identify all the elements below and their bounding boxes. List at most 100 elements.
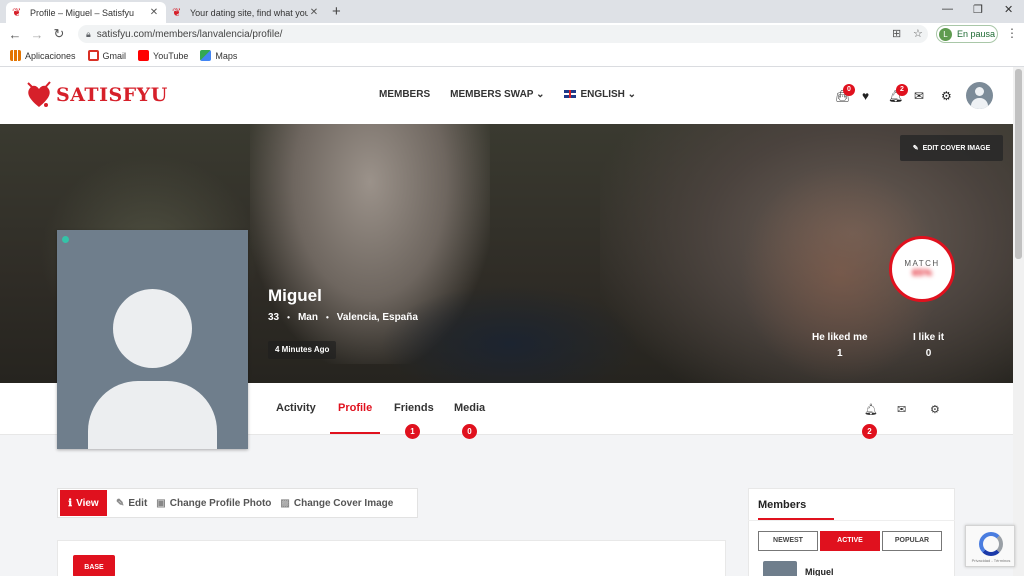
i-like-it-value: 0	[925, 348, 932, 359]
match-label: MATCH	[904, 259, 940, 268]
close-tab-icon[interactable]: ✕	[308, 7, 320, 18]
profile-settings-icon[interactable]: ⚙	[930, 403, 940, 416]
match-circle: MATCH 65%	[889, 236, 955, 302]
media-count-badge: 0	[462, 424, 477, 439]
envelope-icon[interactable]: ✉	[914, 89, 924, 103]
bookmark-youtube[interactable]: YouTube	[138, 50, 188, 61]
reload-icon[interactable]: ↻	[48, 26, 70, 42]
avatar-placeholder-head	[113, 289, 192, 368]
heart-icon[interactable]: ♥	[862, 89, 869, 103]
nav-language[interactable]: ENGLISH ⌄	[564, 89, 636, 100]
member-name[interactable]: Miguel	[805, 567, 834, 576]
cupid-logo-icon	[27, 81, 51, 107]
nav-members[interactable]: MEMBERS	[379, 89, 430, 100]
profile-chip-label: En pausa	[957, 29, 996, 39]
tab-title: Your dating site, find what you are	[190, 7, 308, 18]
youtube-icon	[138, 50, 150, 61]
url-field[interactable]: 🔒︎ satisfyu.com/members/lanvalencia/prof…	[78, 25, 928, 43]
separator-dot: •	[287, 313, 290, 322]
browser-tab-bar: ❦ Profile – Miguel – Satisfyu ✕ ❦ Your d…	[0, 0, 1024, 23]
profile-actions-bar: ℹ View ✎ Edit ▣ Change Profile Photo ▨ C…	[57, 488, 418, 518]
browser-menu-icon[interactable]: ⋮	[1006, 26, 1018, 40]
filter-active-button[interactable]: ACTIVE	[820, 531, 880, 551]
widget-title-underline	[758, 518, 834, 520]
separator-dot: •	[325, 313, 329, 322]
change-cover-image-label: Change Cover Image	[293, 497, 394, 509]
members-widget-title: Members	[758, 499, 807, 511]
edit-cover-button[interactable]: ✎ EDIT COVER IMAGE	[900, 135, 1003, 161]
restore-icon[interactable]: ❐	[973, 3, 983, 16]
uk-flag-icon	[564, 90, 577, 99]
match-value: 65%	[911, 268, 932, 279]
member-avatar[interactable]	[763, 561, 797, 576]
i-like-it-label: I like it	[913, 332, 945, 343]
filter-popular-button[interactable]: POPULAR	[882, 531, 942, 551]
info-icon: ℹ	[68, 497, 73, 509]
tab-friends[interactable]: Friends	[394, 402, 434, 414]
change-cover-image-button[interactable]: ▨ Change Cover Image	[280, 498, 393, 509]
poke-icon[interactable]: 🔔︎	[864, 403, 878, 416]
bookmark-apps[interactable]: Aplicaciones	[10, 50, 76, 61]
profile-meta: 33 • Man • Valencia, España	[268, 312, 418, 323]
gear-icon[interactable]: ⚙	[941, 89, 952, 103]
id-card-icon: ▣	[156, 497, 166, 509]
tab-profile[interactable]: Profile	[338, 402, 372, 414]
profile-age: 33	[268, 312, 280, 323]
bookmark-label: Gmail	[102, 50, 127, 61]
he-liked-me-label: He liked me	[812, 332, 868, 343]
back-icon[interactable]: ←	[4, 27, 26, 42]
page-scrollbar[interactable]	[1013, 67, 1024, 576]
bookmark-label: Maps	[215, 50, 238, 61]
user-avatar[interactable]	[966, 82, 993, 109]
edit-cover-label: EDIT COVER IMAGE	[922, 144, 991, 152]
site-logo[interactable]: SATISFYU	[24, 79, 168, 111]
gmail-icon	[87, 50, 99, 61]
friends-count-badge: 1	[405, 424, 420, 439]
image-icon: ▨	[280, 497, 290, 509]
recaptcha-badge[interactable]: Privacidad - Términos	[965, 525, 1015, 567]
close-tab-icon[interactable]: ✕	[148, 7, 160, 18]
tab-activity[interactable]: Activity	[276, 402, 316, 414]
profile-name: Miguel	[268, 286, 322, 305]
lock-icon: 🔒︎	[86, 28, 91, 39]
url-text: satisfyu.com/members/lanvalencia/profile…	[96, 28, 283, 40]
apps-grid-icon	[10, 50, 21, 61]
close-window-icon[interactable]: ✕	[1004, 3, 1013, 16]
filter-newest-button[interactable]: NEWEST	[758, 531, 818, 551]
send-message-icon[interactable]: ✉	[897, 403, 906, 416]
nav-language-label: ENGLISH ⌄	[580, 89, 637, 100]
maps-icon	[200, 50, 212, 61]
online-status-dot	[62, 236, 69, 243]
notifications-badge: 2	[896, 84, 908, 96]
browser-tab-active[interactable]: ❦ Profile – Miguel – Satisfyu ✕	[6, 2, 166, 23]
recaptcha-icon	[979, 532, 1003, 556]
base-group-tag[interactable]: BASE	[73, 555, 115, 576]
profile-fields-card	[57, 540, 726, 576]
forward-icon[interactable]: →	[26, 27, 48, 42]
bookmark-maps[interactable]: Maps	[200, 50, 237, 61]
bookmarks-bar: Aplicaciones Gmail YouTube Maps	[0, 45, 1024, 67]
satisfyu-favicon-icon: ❦	[12, 6, 22, 19]
profile-chip[interactable]: L En pausa	[936, 25, 998, 43]
active-tab-indicator	[330, 432, 380, 434]
view-button[interactable]: ℹ View	[60, 490, 107, 516]
edit-button[interactable]: ✎ Edit	[116, 498, 147, 509]
profile-avatar[interactable]	[57, 230, 248, 449]
tab-media[interactable]: Media	[454, 402, 485, 414]
bookmark-label: YouTube	[153, 50, 189, 61]
change-profile-photo-button[interactable]: ▣ Change Profile Photo	[156, 498, 271, 509]
nav-members-swap[interactable]: MEMBERS SWAP ⌄	[450, 89, 544, 100]
translate-icon[interactable]: ⊞	[892, 27, 901, 40]
widget-divider	[748, 520, 955, 521]
recaptcha-terms: Privacidad - Términos	[971, 558, 1011, 563]
he-liked-me-value: 1	[837, 348, 843, 359]
new-tab-icon[interactable]: +	[332, 3, 341, 20]
browser-tab[interactable]: ❦ Your dating site, find what you are ✕	[166, 2, 326, 23]
bookmark-gmail[interactable]: Gmail	[87, 50, 127, 61]
pencil-icon: ✎	[912, 145, 919, 152]
minimize-icon[interactable]: —	[942, 3, 953, 15]
bookmark-star-icon[interactable]: ☆	[913, 27, 923, 40]
profile-location: Valencia, España	[336, 312, 418, 323]
scrollbar-thumb[interactable]	[1015, 69, 1022, 259]
edit-label: Edit	[128, 497, 148, 509]
